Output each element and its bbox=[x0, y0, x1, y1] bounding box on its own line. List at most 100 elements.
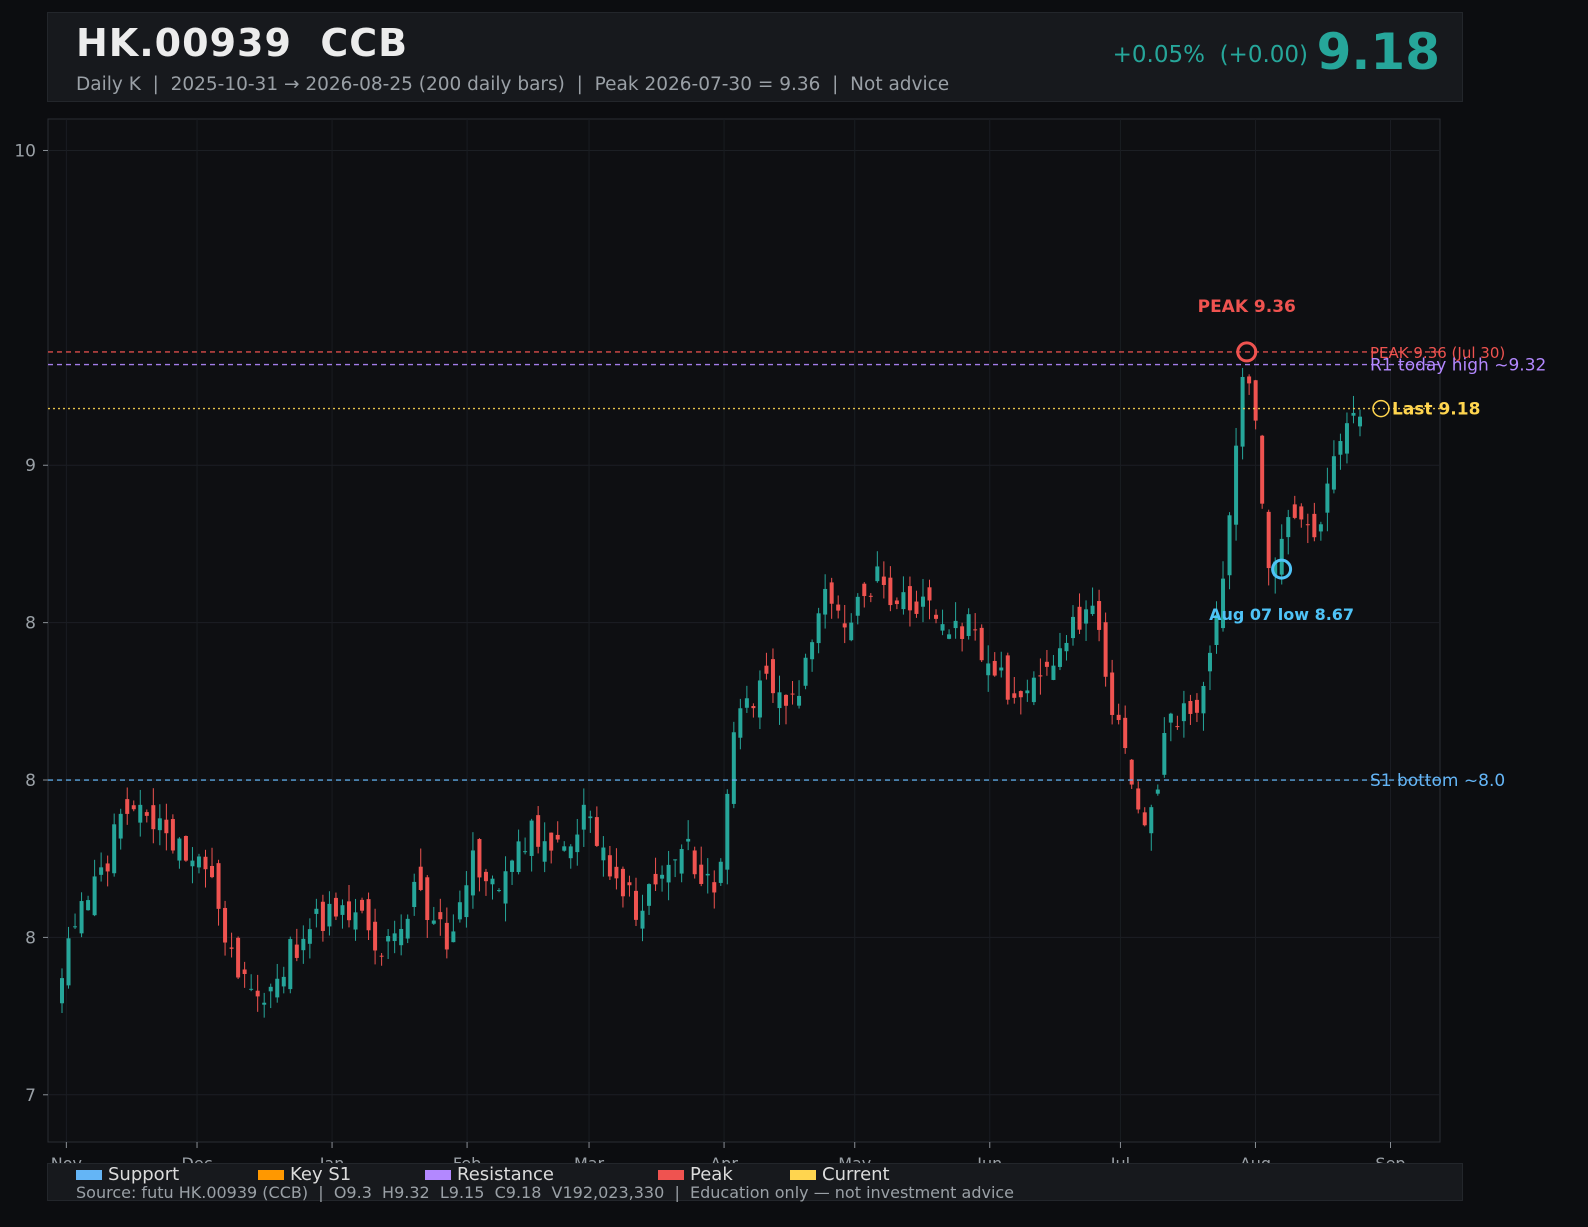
candle-body bbox=[223, 907, 228, 943]
candle-body bbox=[692, 850, 697, 875]
candle-body bbox=[1064, 642, 1069, 652]
legend-swatch-support bbox=[76, 1169, 102, 1180]
candle-body bbox=[118, 813, 123, 839]
candle-body bbox=[947, 634, 952, 639]
candle-body bbox=[1344, 423, 1349, 454]
candle-body bbox=[60, 978, 64, 1004]
candle-body bbox=[470, 850, 475, 896]
candle-body bbox=[718, 861, 723, 883]
candle-body bbox=[1162, 733, 1167, 775]
candle-body bbox=[1116, 714, 1121, 721]
candle-body bbox=[301, 938, 306, 951]
candle-body bbox=[1331, 456, 1336, 490]
candle-body bbox=[236, 937, 241, 978]
candle-body bbox=[1338, 441, 1343, 455]
candle-body bbox=[803, 657, 808, 686]
candle-body bbox=[1012, 693, 1017, 698]
candle-body bbox=[1299, 506, 1304, 520]
candle-body bbox=[268, 986, 273, 992]
candle-body bbox=[784, 694, 789, 706]
y-tick-label: 7 bbox=[25, 1086, 36, 1106]
candle-body bbox=[477, 839, 482, 878]
candle-body bbox=[503, 871, 508, 904]
candle-body bbox=[1129, 759, 1134, 785]
low-annotation-label: Aug 07 low 8.67 bbox=[1209, 605, 1354, 624]
candle-body bbox=[529, 820, 534, 856]
legend-label-current: Current bbox=[822, 1164, 890, 1185]
candle-body bbox=[738, 708, 743, 738]
legend-item-key-s1: Key S1 bbox=[258, 1164, 351, 1185]
candle-body bbox=[744, 698, 749, 708]
candle-body bbox=[327, 903, 332, 927]
candle-body bbox=[764, 665, 769, 674]
candle-body bbox=[438, 912, 443, 920]
candle-body bbox=[1142, 812, 1147, 826]
candle-body bbox=[1240, 376, 1245, 447]
candle-body bbox=[666, 864, 671, 883]
candle-body bbox=[151, 805, 156, 830]
candle-body bbox=[66, 938, 71, 986]
legend-label-resistance: Resistance bbox=[457, 1164, 554, 1185]
candle-body bbox=[242, 969, 247, 975]
y-tick-label: 8 bbox=[25, 928, 36, 948]
candle-body bbox=[1090, 605, 1095, 615]
candle-body bbox=[196, 856, 201, 868]
candle-body bbox=[392, 933, 397, 942]
candle-body bbox=[105, 863, 110, 872]
candle-body bbox=[1005, 655, 1010, 700]
legend-item-resistance: Resistance bbox=[425, 1164, 554, 1185]
candle-body bbox=[881, 576, 886, 585]
candle-body bbox=[705, 873, 710, 876]
candle-body bbox=[1168, 713, 1173, 723]
candle-body bbox=[1123, 717, 1128, 749]
candle-body bbox=[360, 899, 365, 911]
candle-body bbox=[418, 866, 423, 890]
legend-item-peak: Peak bbox=[658, 1164, 733, 1185]
candle-body bbox=[1325, 483, 1330, 513]
candle-body bbox=[1077, 606, 1082, 630]
candle-body bbox=[1084, 609, 1089, 624]
candle-body bbox=[914, 601, 919, 614]
candle-body bbox=[79, 901, 84, 934]
candle-body bbox=[333, 897, 338, 917]
candle-body bbox=[640, 910, 645, 929]
candle-body bbox=[940, 624, 945, 631]
candle-body bbox=[464, 885, 469, 918]
candle-body bbox=[1234, 445, 1239, 525]
candle-body bbox=[816, 613, 821, 644]
candle-body bbox=[249, 988, 254, 990]
candle-body bbox=[568, 846, 573, 859]
candle-body bbox=[849, 622, 854, 641]
candle-body bbox=[190, 860, 195, 867]
candlestick-chart: 7888910NovDecJanFebMarAprMayJunJulAugSep… bbox=[14, 118, 1546, 1173]
candle-body bbox=[451, 931, 456, 943]
candle-body bbox=[1136, 788, 1141, 810]
candle-body bbox=[1247, 376, 1252, 384]
candle-body bbox=[647, 884, 652, 906]
candle-body bbox=[862, 583, 867, 597]
candle-body bbox=[516, 841, 521, 873]
candle-body bbox=[210, 865, 215, 878]
candle-body bbox=[1266, 511, 1271, 569]
candle-body bbox=[1155, 789, 1160, 794]
candle-body bbox=[112, 824, 117, 874]
legend-swatch-key-s1 bbox=[258, 1169, 284, 1180]
candle-body bbox=[99, 867, 104, 875]
candle-body bbox=[770, 659, 775, 694]
candle-body bbox=[353, 912, 358, 930]
candle-body bbox=[1286, 517, 1291, 538]
candle-body bbox=[203, 856, 208, 870]
candle-body bbox=[686, 838, 691, 842]
candle-body bbox=[1201, 685, 1206, 714]
candle-body bbox=[855, 596, 860, 616]
candle-body bbox=[581, 804, 586, 830]
candle-body bbox=[1351, 412, 1356, 416]
candle-body bbox=[431, 920, 436, 924]
candle-body bbox=[314, 908, 319, 914]
candle-body bbox=[523, 851, 528, 853]
candle-body bbox=[86, 900, 91, 911]
candle-body bbox=[653, 873, 658, 885]
candle-body bbox=[1175, 726, 1180, 728]
candle-body bbox=[138, 804, 143, 823]
candle-body bbox=[536, 815, 541, 847]
